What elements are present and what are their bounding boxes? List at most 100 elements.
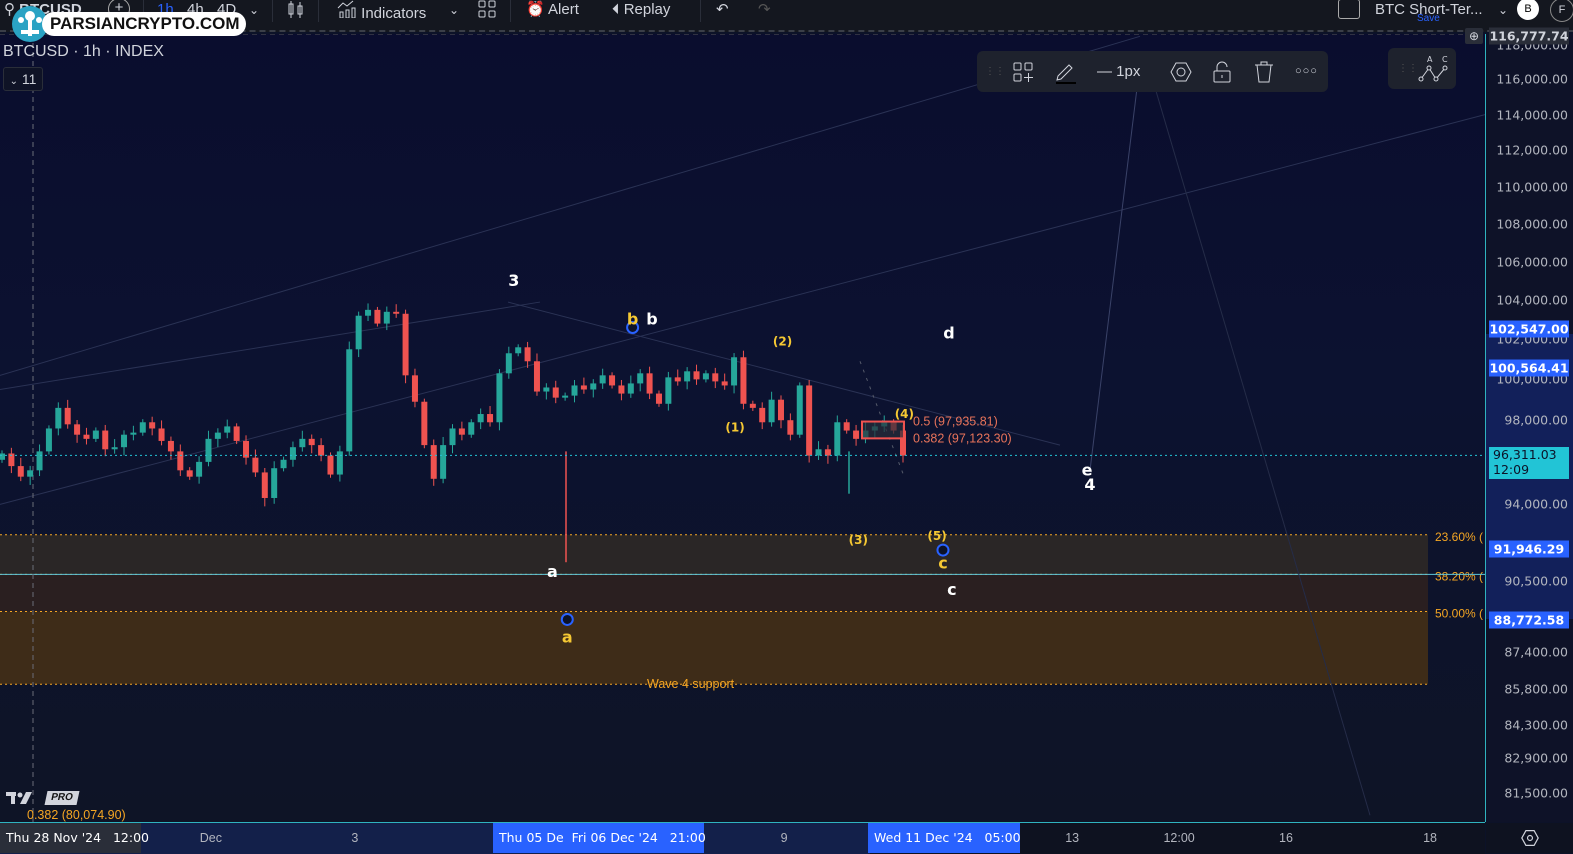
candle-body [327, 455, 334, 475]
candle-body [64, 407, 71, 425]
layouts-grid-icon[interactable] [478, 0, 496, 20]
more-options-icon[interactable]: ○○○ [1295, 51, 1318, 92]
divider [272, 0, 273, 22]
undo-icon[interactable]: ↶ [716, 0, 729, 20]
price-axis[interactable]: 118,000.00 116,000.00 114,000.00 112,000.00… [1485, 27, 1573, 822]
chart-canvas[interactable]: 23.60% (38.20% (50.00% (Wave 4 support 0.… [0, 34, 1485, 822]
candle-body [843, 422, 850, 431]
wave-label: (2) [773, 334, 792, 348]
crosshair-price-tag: 116,777.74 [1489, 27, 1569, 45]
candle-body [477, 414, 484, 423]
avatar-secondary[interactable]: F [1550, 0, 1573, 22]
candle-body [505, 353, 512, 374]
svg-text:A: A [1427, 55, 1433, 64]
candle-body [411, 375, 418, 402]
settings-gear-icon [1520, 830, 1539, 846]
candle-body [759, 407, 766, 423]
candle-body [83, 434, 90, 439]
indicators-button[interactable]: Indicators [337, 0, 426, 22]
chart-settings-button[interactable] [1486, 823, 1573, 853]
candle-body [768, 399, 775, 423]
wave-label: d [943, 323, 954, 342]
candle-body [346, 349, 353, 452]
candle-body [130, 432, 137, 435]
wave-label: (1) [725, 420, 744, 434]
fib-level-label: 38.20% ( [1435, 569, 1483, 583]
price-tick-label: 81,500.00 [1504, 785, 1568, 801]
candle-body [693, 371, 700, 380]
divider [700, 0, 701, 22]
candle-body [618, 385, 625, 394]
candle-body [421, 401, 428, 446]
line-width-icon: — [1097, 63, 1112, 80]
wave-label: b [646, 310, 657, 329]
time-tick-label: 12:00 [1163, 831, 1195, 845]
time-axis[interactable]: Dec 3 9 13 12:00 16 18 Thu 28 Nov '24 12:00 Thu … [0, 822, 1485, 854]
layout-square-icon[interactable] [1338, 0, 1360, 19]
unlock-icon[interactable] [1213, 51, 1231, 92]
candle-body [177, 451, 184, 471]
save-button[interactable]: Save [1417, 9, 1440, 29]
candle-body [393, 311, 400, 314]
candle-body [440, 445, 447, 479]
trend-line [0, 35, 1141, 376]
candle-body [365, 309, 372, 316]
candle-body [524, 347, 531, 362]
time-tick-label: 18 [1423, 831, 1437, 845]
add-alert-plus-icon[interactable]: ⊕ [1465, 28, 1483, 44]
candle-body [806, 385, 813, 456]
drag-handle-icon[interactable]: ⋮⋮ [1398, 48, 1418, 89]
legend-collapse-button[interactable]: ⌄ 11 [3, 67, 43, 91]
candle-body [646, 373, 653, 394]
price-tick-label: 112,000.00 [1496, 142, 1568, 158]
price-tick-label: 82,900.00 [1504, 750, 1568, 766]
price-marker-tag: 102,547.00 [1489, 320, 1569, 338]
wave-line [1089, 63, 1141, 471]
price-tick-label: 84,300.00 [1504, 717, 1568, 733]
trash-icon[interactable] [1255, 51, 1273, 92]
candle-body [731, 357, 738, 386]
wave-circle-marker [560, 612, 574, 626]
drag-handle-icon[interactable]: ⋮⋮ [985, 51, 1005, 92]
time-tick-label: 9 [780, 831, 788, 845]
candle-body [186, 470, 193, 477]
line-width-button[interactable]: — 1px [1097, 51, 1140, 92]
candle-body [111, 447, 118, 450]
avatar[interactable]: B [1517, 0, 1539, 20]
candle-body [449, 428, 456, 446]
redo-icon[interactable]: ↷ [758, 0, 771, 20]
candle-body [121, 434, 128, 448]
fib-0.5-label: 0.5 (97,935.81) [913, 415, 998, 429]
candle-type-icon[interactable] [287, 0, 305, 20]
indicators-icon [337, 0, 356, 19]
tradingview-logo[interactable]: PRO [6, 790, 80, 806]
settings-hexagon-icon[interactable] [1170, 51, 1192, 92]
candle-body [196, 461, 203, 477]
pencil-color-icon[interactable] [1054, 51, 1078, 92]
candle-body [599, 375, 606, 384]
candle-body [487, 414, 494, 423]
time-tick-label: 16 [1279, 831, 1293, 845]
price-marker-tag: 100,564.41 [1489, 359, 1569, 377]
time-tick-label: Dec [199, 831, 222, 845]
layout-dropdown-chevron-icon[interactable]: ⌄ [1498, 0, 1508, 20]
pro-badge: PRO [44, 791, 80, 805]
elliott-wave-abc-icon[interactable]: AC [1418, 48, 1450, 89]
alert-button[interactable]: ⏰ Alert [526, 0, 579, 20]
chart-pane[interactable]: 23.60% (38.20% (50.00% (Wave 4 support 0.… [0, 34, 1485, 822]
candle-body [533, 361, 540, 392]
candle-body [92, 430, 99, 439]
price-marker-tag: 88,772.58 [1489, 611, 1569, 629]
indicators-dropdown-chevron-icon[interactable]: ⌄ [449, 0, 459, 20]
wave-label: (3) [849, 533, 868, 547]
replay-button[interactable]: ⏴ Replay [612, 0, 670, 20]
wave-label: c [938, 553, 947, 572]
price-marker-tag: 91,946.29 [1489, 540, 1569, 558]
wave-label: a [547, 562, 558, 581]
add-template-icon[interactable] [1013, 51, 1033, 92]
wave-label: 3 [508, 271, 519, 290]
interval-dropdown-chevron-icon[interactable]: ⌄ [249, 0, 259, 20]
wave-label: (4) [895, 407, 914, 421]
candle-body [815, 449, 822, 456]
candle-body [458, 428, 465, 435]
